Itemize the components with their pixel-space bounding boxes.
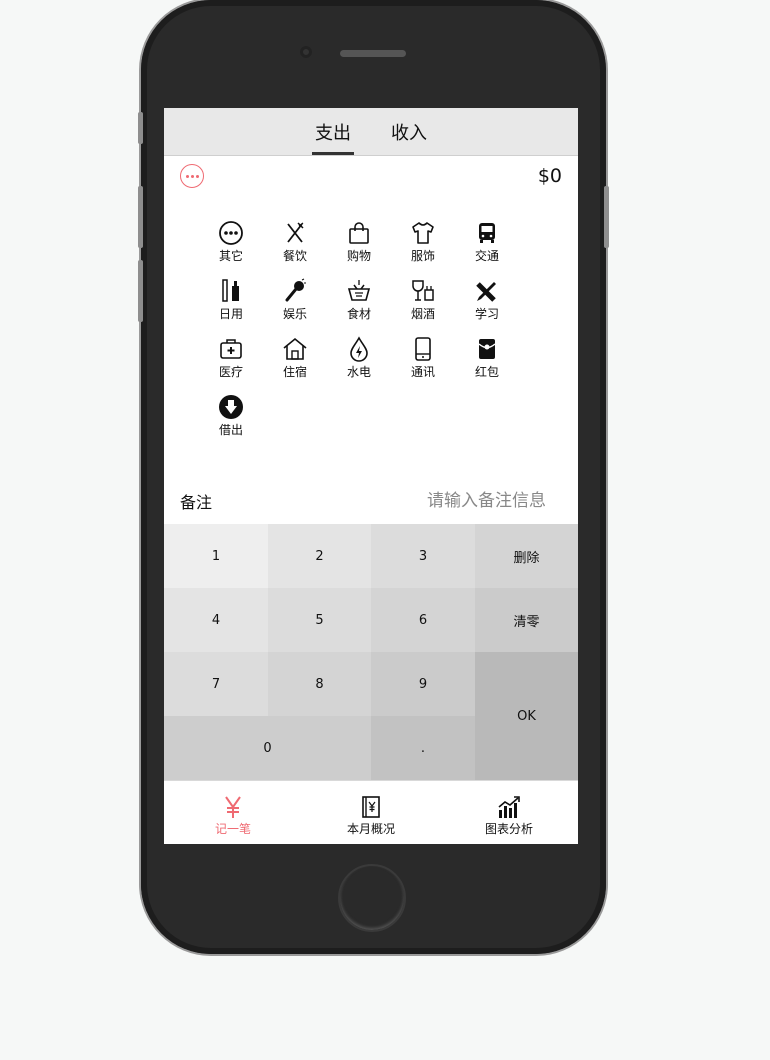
category-label: 通讯 — [410, 365, 435, 379]
yen-icon — [225, 796, 241, 818]
nav-label: 记一笔 — [214, 822, 251, 836]
key-0[interactable]: 0 — [164, 716, 371, 780]
more-options-icon[interactable] — [180, 164, 204, 188]
more-circle-icon — [219, 221, 243, 245]
category-shopping[interactable]: 购物 — [327, 220, 391, 270]
category-dining[interactable]: 餐饮 — [263, 220, 327, 270]
power-button — [604, 186, 609, 248]
nav-monthly-overview[interactable]: 本月概况 — [302, 781, 440, 844]
key-7[interactable]: 7 — [164, 652, 268, 716]
category-label: 学习 — [474, 307, 499, 321]
key-3[interactable]: 3 — [371, 524, 475, 588]
category-label: 服饰 — [410, 249, 435, 263]
category-groceries[interactable]: 食材 — [327, 278, 391, 328]
keypad: 1 2 3 删除 4 5 6 清零 7 8 9 OK 0 . — [164, 524, 578, 780]
category-lodging[interactable]: 住宿 — [263, 336, 327, 386]
basket-icon — [347, 280, 371, 301]
category-label: 借出 — [218, 423, 243, 437]
clear-key[interactable]: 清零 — [475, 588, 578, 652]
category-transport[interactable]: 交通 — [455, 220, 519, 270]
volume-down-button — [138, 260, 143, 322]
category-utilities[interactable]: 水电 — [327, 336, 391, 386]
category-medical[interactable]: 医疗 — [199, 336, 263, 386]
pencil-ruler-icon — [476, 282, 496, 302]
phone-icon — [415, 337, 431, 361]
category-entertainment[interactable]: 娱乐 — [263, 278, 327, 328]
speaker-grille — [340, 50, 406, 57]
nav-label: 图表分析 — [484, 822, 533, 836]
category-study[interactable]: 学习 — [455, 278, 519, 328]
category-label: 水电 — [346, 365, 371, 379]
amount-display: $0 — [537, 165, 562, 187]
wine-glass-icon — [412, 280, 434, 301]
water-electricity-icon — [350, 336, 368, 362]
medical-kit-icon — [220, 339, 242, 359]
bottom-nav: 记一笔 本月概况 图表分析 — [164, 780, 578, 844]
key-6[interactable]: 6 — [371, 588, 475, 652]
tshirt-icon — [412, 222, 434, 244]
tab-expense[interactable]: 支出 — [312, 108, 354, 155]
category-label: 娱乐 — [282, 307, 307, 321]
bus-icon — [479, 223, 495, 243]
mute-switch — [138, 112, 143, 144]
ok-key[interactable]: OK — [475, 652, 578, 780]
nav-label: 本月概况 — [346, 822, 395, 836]
key-1[interactable]: 1 — [164, 524, 268, 588]
category-lend[interactable]: 借出 — [199, 394, 263, 444]
home-button[interactable] — [338, 864, 406, 932]
category-communication[interactable]: 通讯 — [391, 336, 455, 386]
arrow-down-circle-icon — [219, 395, 243, 419]
house-icon — [283, 337, 307, 360]
category-tobacco-alcohol[interactable]: 烟酒 — [391, 278, 455, 328]
memo-row: 备注 — [164, 478, 578, 524]
app-screen: 支出 收入 $0 其它 餐饮 购物 服饰 交通 日用 娱乐 食材 烟酒 学习 医… — [164, 108, 578, 844]
key-5[interactable]: 5 — [268, 588, 371, 652]
category-label: 购物 — [346, 249, 371, 263]
bar-chart-trend-icon — [498, 796, 520, 818]
category-label: 红包 — [474, 365, 499, 379]
delete-key[interactable]: 删除 — [475, 524, 578, 588]
toothbrush-toothpaste-icon — [222, 279, 239, 302]
key-9[interactable]: 9 — [371, 652, 475, 716]
camera-dot — [300, 46, 312, 58]
category-daily[interactable]: 日用 — [199, 278, 263, 328]
ledger-book-icon — [362, 796, 380, 818]
memo-label: 备注 — [180, 493, 213, 512]
nav-charts[interactable]: 图表分析 — [440, 781, 578, 844]
category-label: 医疗 — [218, 365, 243, 379]
memo-input[interactable] — [346, 491, 546, 511]
tab-income[interactable]: 收入 — [388, 108, 430, 155]
category-other[interactable]: 其它 — [199, 220, 263, 270]
key-4[interactable]: 4 — [164, 588, 268, 652]
category-label: 交通 — [474, 249, 499, 263]
category-label: 烟酒 — [410, 307, 435, 321]
volume-up-button — [138, 186, 143, 248]
category-label: 餐饮 — [282, 249, 307, 263]
type-tabs: 支出 收入 — [164, 108, 578, 156]
category-label: 住宿 — [282, 365, 307, 379]
key-dot[interactable]: . — [371, 716, 475, 780]
category-red-envelope[interactable]: 红包 — [455, 336, 519, 386]
amount-row: $0 — [164, 156, 578, 196]
nav-record[interactable]: 记一笔 — [164, 781, 302, 844]
microphone-icon — [285, 278, 306, 302]
category-label: 食材 — [346, 307, 371, 321]
category-clothing[interactable]: 服饰 — [391, 220, 455, 270]
fork-knife-icon — [287, 222, 304, 243]
category-label: 日用 — [218, 307, 243, 321]
key-2[interactable]: 2 — [268, 524, 371, 588]
category-label: 其它 — [218, 249, 243, 263]
red-envelope-icon — [478, 339, 496, 359]
shopping-bag-icon — [349, 222, 369, 244]
key-8[interactable]: 8 — [268, 652, 371, 716]
